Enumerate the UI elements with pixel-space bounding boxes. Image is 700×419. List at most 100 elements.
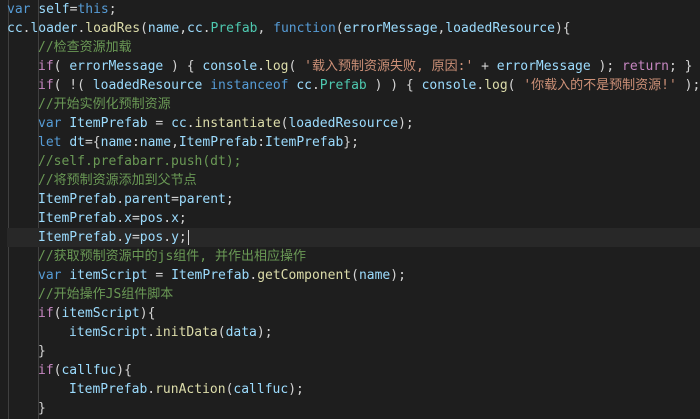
code-line[interactable]: //获取预制资源中的js组件, 并作出相应操作: [7, 247, 700, 266]
code-token: loadedResource: [288, 116, 399, 131]
code-token: =: [171, 192, 179, 207]
code-token: );: [288, 382, 304, 397]
code-token: x: [171, 211, 179, 226]
code-line[interactable]: if(callfuc){: [7, 361, 700, 380]
code-token: getComponent: [257, 268, 352, 283]
code-token: self: [38, 2, 70, 17]
code-line[interactable]: var ItemPrefab = cc.instantiate(loadedRe…: [7, 114, 700, 133]
code-token: y: [124, 230, 132, 245]
code-line[interactable]: //检查资源加载: [7, 38, 700, 57]
code-line[interactable]: itemScript.initData(data);: [7, 323, 700, 342]
code-token: ItemPrefab: [38, 192, 117, 207]
code-token: loader: [30, 21, 78, 36]
code-token: loadedResource: [92, 78, 203, 93]
code-token: function: [273, 21, 336, 36]
code-line[interactable]: if( errorMessage ) { console.log( '载入预制资…: [7, 57, 700, 76]
code-token: let: [38, 135, 62, 150]
code-line[interactable]: ItemPrefab.x=pos.x;: [7, 209, 700, 228]
code-token: .: [147, 382, 156, 397]
code-token: itemScript: [69, 325, 148, 340]
code-token: name: [358, 268, 391, 283]
code-token: (: [288, 59, 305, 74]
code-token: callfuc: [233, 382, 289, 397]
code-line[interactable]: cc.loader.loadRes(name,cc.Prefab, functi…: [7, 19, 700, 38]
code-token: +: [473, 59, 497, 74]
code-token: ,: [257, 21, 274, 36]
code-token: //获取预制资源中的js组件, 并作出相应操作: [38, 249, 306, 264]
code-line[interactable]: let dt={name:name,ItemPrefab:ItemPrefab}…: [7, 133, 700, 152]
code-line[interactable]: var itemScript = ItemPrefab.getComponent…: [7, 266, 700, 285]
code-token: '你载入的不是预制资源!': [523, 78, 677, 93]
code-line[interactable]: //开始操作JS组件脚本: [7, 285, 700, 304]
code-token: cc: [296, 78, 312, 93]
code-token: };: [343, 135, 359, 150]
code-token: .: [147, 325, 156, 340]
code-token: );: [590, 59, 622, 74]
code-token: ) ) {: [366, 78, 422, 93]
code-token: }: [38, 401, 46, 416]
code-token: .: [249, 268, 258, 283]
code-token: if: [38, 363, 54, 378]
code-token: .: [116, 192, 125, 207]
code-token: name: [139, 135, 172, 150]
code-token: ){: [554, 21, 571, 36]
code-line[interactable]: ItemPrefab.y=pos.y;: [7, 228, 700, 247]
code-line[interactable]: var self=this;: [7, 0, 700, 19]
code-token: ,: [171, 135, 179, 150]
code-token: initData: [155, 325, 218, 340]
code-line[interactable]: if(itemScript){: [7, 304, 700, 323]
code-token: parent: [178, 192, 226, 207]
code-token: .: [257, 59, 265, 74]
code-token: ( !(: [53, 78, 93, 93]
code-token: cc: [187, 21, 203, 36]
code-token: );: [676, 78, 700, 93]
code-token: ={: [84, 135, 101, 150]
code-token: ){: [116, 363, 132, 378]
code-token: );: [390, 268, 406, 283]
code-token: ItemPrefab: [38, 211, 117, 226]
code-token: (: [217, 325, 226, 340]
code-token: errorMessage: [69, 59, 164, 74]
code-token: this: [77, 2, 109, 17]
code-token: return: [622, 59, 669, 74]
code-token: x: [124, 211, 132, 226]
code-token: if: [38, 78, 54, 93]
code-token: ){: [139, 306, 156, 321]
code-line[interactable]: //self.prefabarr.push(dt);: [7, 152, 700, 171]
code-line[interactable]: if( !( loadedResource instanceof cc.Pref…: [7, 76, 700, 95]
code-token: //self.prefabarr.push(dt);: [38, 154, 242, 169]
code-line[interactable]: ItemPrefab.runAction(callfuc);: [7, 380, 700, 399]
code-token: var: [38, 268, 62, 283]
code-token: log: [265, 59, 289, 74]
code-line[interactable]: //将预制资源添加到父节点: [7, 171, 700, 190]
code-line[interactable]: ItemPrefab.parent=parent;: [7, 190, 700, 209]
code-token: pos: [139, 230, 164, 245]
code-line[interactable]: //开始实例化预制资源: [7, 95, 700, 114]
code-token: :: [131, 135, 140, 150]
code-editor[interactable]: var self=this; cc.loader.loadRes(name,cc.…: [0, 0, 700, 419]
code-token: //检查资源加载: [38, 40, 132, 55]
code-token: //将预制资源添加到父节点: [38, 173, 197, 188]
code-token: if: [38, 306, 54, 321]
code-token: .: [116, 230, 125, 245]
code-token: ItemPrefab: [69, 116, 148, 131]
code-token: cc: [171, 116, 187, 131]
code-token: var: [38, 116, 62, 131]
code-token: console: [421, 78, 477, 93]
code-token: callfuc: [61, 363, 117, 378]
code-token: ItemPrefab: [265, 135, 344, 150]
code-token: runAction: [155, 382, 226, 397]
code-token: '载入预制资源失败, 原因:': [304, 59, 474, 74]
code-token: =: [131, 211, 140, 226]
code-token: loadedResource: [445, 21, 555, 36]
code-token: cc: [7, 21, 23, 36]
code-token: (: [507, 78, 524, 93]
code-line[interactable]: }: [7, 342, 700, 361]
code-token: itemScript: [61, 306, 140, 321]
code-token: ItemPrefab: [171, 268, 250, 283]
code-line[interactable]: }: [7, 399, 700, 418]
code-token: ;: [178, 211, 187, 226]
code-token: var: [7, 2, 31, 17]
code-token: ; }: [668, 59, 693, 74]
code-token: .: [476, 78, 485, 93]
